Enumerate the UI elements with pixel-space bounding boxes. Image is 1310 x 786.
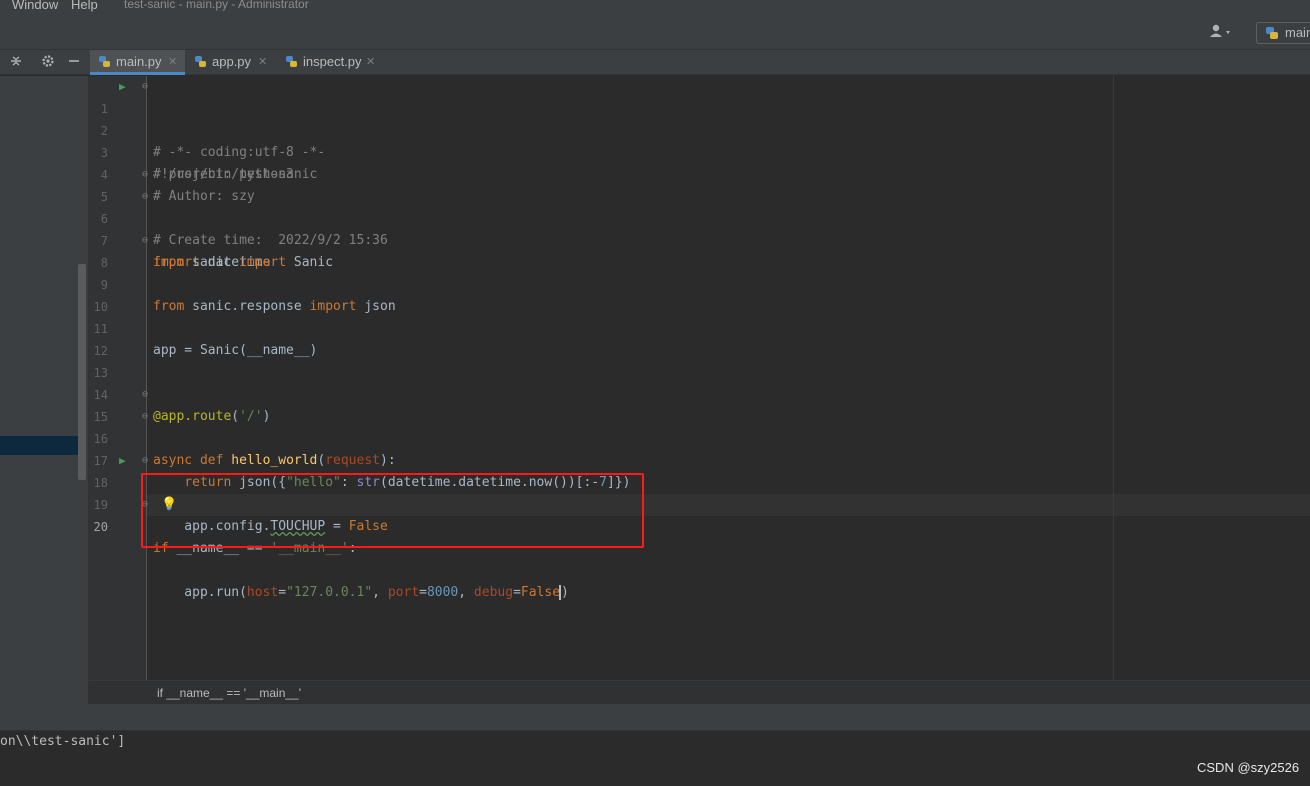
- gear-icon[interactable]: [41, 54, 55, 72]
- code-editor[interactable]: 1 ▶ ⊖ #!/usr/bin/python3 2 # -*- coding:…: [89, 76, 1310, 680]
- fold-icon[interactable]: ⊖: [142, 186, 148, 208]
- code-line[interactable]: 9: [89, 252, 1310, 292]
- minimize-icon[interactable]: [67, 54, 81, 72]
- code-line[interactable]: 18 ▶ ⊖ if __name__ == '__main__':: [89, 450, 1310, 556]
- fold-icon[interactable]: ⊖: [142, 384, 148, 406]
- run-gutter-icon[interactable]: ▶: [119, 76, 126, 98]
- code-line[interactable]: 11 app = Sanic(__name__): [89, 296, 1310, 358]
- project-tree-selected-row[interactable]: [0, 436, 86, 455]
- run-console[interactable]: on\\test-sanic'] CSDN @szy2526: [0, 731, 1310, 786]
- code-line[interactable]: 15 ⊖ async def hello_world(request):: [89, 384, 1310, 468]
- menu-help[interactable]: Help: [71, 0, 98, 12]
- tab-label: inspect.py: [303, 54, 362, 69]
- code-line[interactable]: 10: [89, 274, 1310, 314]
- code-line[interactable]: 1 ▶ ⊖ #!/usr/bin/python3: [89, 76, 1310, 182]
- tab-label: main.py: [116, 54, 162, 69]
- python-file-icon: [195, 56, 206, 67]
- watermark: CSDN @szy2526: [1197, 760, 1300, 775]
- code-line[interactable]: 12: [89, 318, 1310, 358]
- user-menu-button[interactable]: [1210, 24, 1242, 42]
- user-icon: [1210, 24, 1230, 37]
- tab-inspect-py[interactable]: inspect.py ✕: [277, 50, 383, 75]
- code-line[interactable]: 14 @app.route('/'): [89, 362, 1310, 424]
- annotation-highlight-box: [141, 473, 644, 548]
- code-line[interactable]: 4 # Author: szy: [89, 142, 1310, 204]
- editor-tab-bar: main.py ✕ app.py ✕ inspect.py ✕: [0, 50, 1310, 75]
- code-line[interactable]: 6 ⊖ import datetime: [89, 186, 1310, 270]
- code-line[interactable]: 8 ⊖ from sanic.response import json: [89, 230, 1310, 314]
- project-panel: [0, 76, 89, 704]
- tab-label: app.py: [212, 54, 252, 69]
- breadcrumb-bar: if __name__ == '__main__': [89, 680, 1310, 704]
- tab-app-py[interactable]: app.py ✕: [186, 50, 272, 75]
- fold-icon[interactable]: ⊖: [142, 450, 148, 472]
- fold-icon[interactable]: ⊖: [142, 406, 148, 428]
- tab-main-py[interactable]: main.py ✕: [90, 50, 185, 75]
- title-bar: Window Help test-sanic - main.py - Admin…: [0, 0, 1310, 16]
- main-toolbar: main: [0, 16, 1310, 50]
- line-number: 20: [93, 520, 108, 534]
- code-line[interactable]: 7 from sanic import Sanic: [89, 208, 1310, 270]
- run-panel-header: [0, 704, 1310, 731]
- code-line[interactable]: 13: [89, 340, 1310, 380]
- run-configuration-selector[interactable]: main: [1256, 22, 1310, 44]
- code-line[interactable]: 16 ⊖ return json({"hello": str(datetime.…: [89, 406, 1310, 490]
- collapse-all-icon[interactable]: [9, 54, 23, 72]
- fold-icon[interactable]: ⊖: [142, 76, 148, 98]
- fold-icon[interactable]: ⊖: [142, 230, 148, 252]
- window-title: test-sanic - main.py - Administrator: [124, 0, 309, 11]
- close-icon[interactable]: ✕: [168, 50, 177, 74]
- code-line[interactable]: 3 # project: test-sanic: [89, 120, 1310, 182]
- code-text: app.run(host="127.0.0.1", port=8000, deb…: [153, 585, 569, 600]
- close-icon[interactable]: ✕: [258, 50, 267, 74]
- python-file-icon: [99, 56, 110, 67]
- code-line[interactable]: 5 ⊖ # Create time: 2022/9/2 15:36: [89, 164, 1310, 248]
- run-configuration-label: main: [1285, 25, 1310, 40]
- python-icon: [1266, 27, 1278, 39]
- fold-icon[interactable]: ⊖: [142, 164, 148, 186]
- python-file-icon: [286, 56, 297, 67]
- menu-window[interactable]: Window: [12, 0, 58, 12]
- close-icon[interactable]: ✕: [366, 50, 375, 74]
- code-line[interactable]: 17: [89, 428, 1310, 468]
- breadcrumb[interactable]: if __name__ == '__main__': [157, 681, 301, 705]
- run-gutter-icon[interactable]: ▶: [119, 450, 126, 472]
- project-panel-scrollbar[interactable]: [78, 264, 86, 480]
- code-line[interactable]: 2 # -*- coding:utf-8 -*-: [89, 98, 1310, 160]
- console-output-line: on\\test-sanic']: [0, 734, 126, 749]
